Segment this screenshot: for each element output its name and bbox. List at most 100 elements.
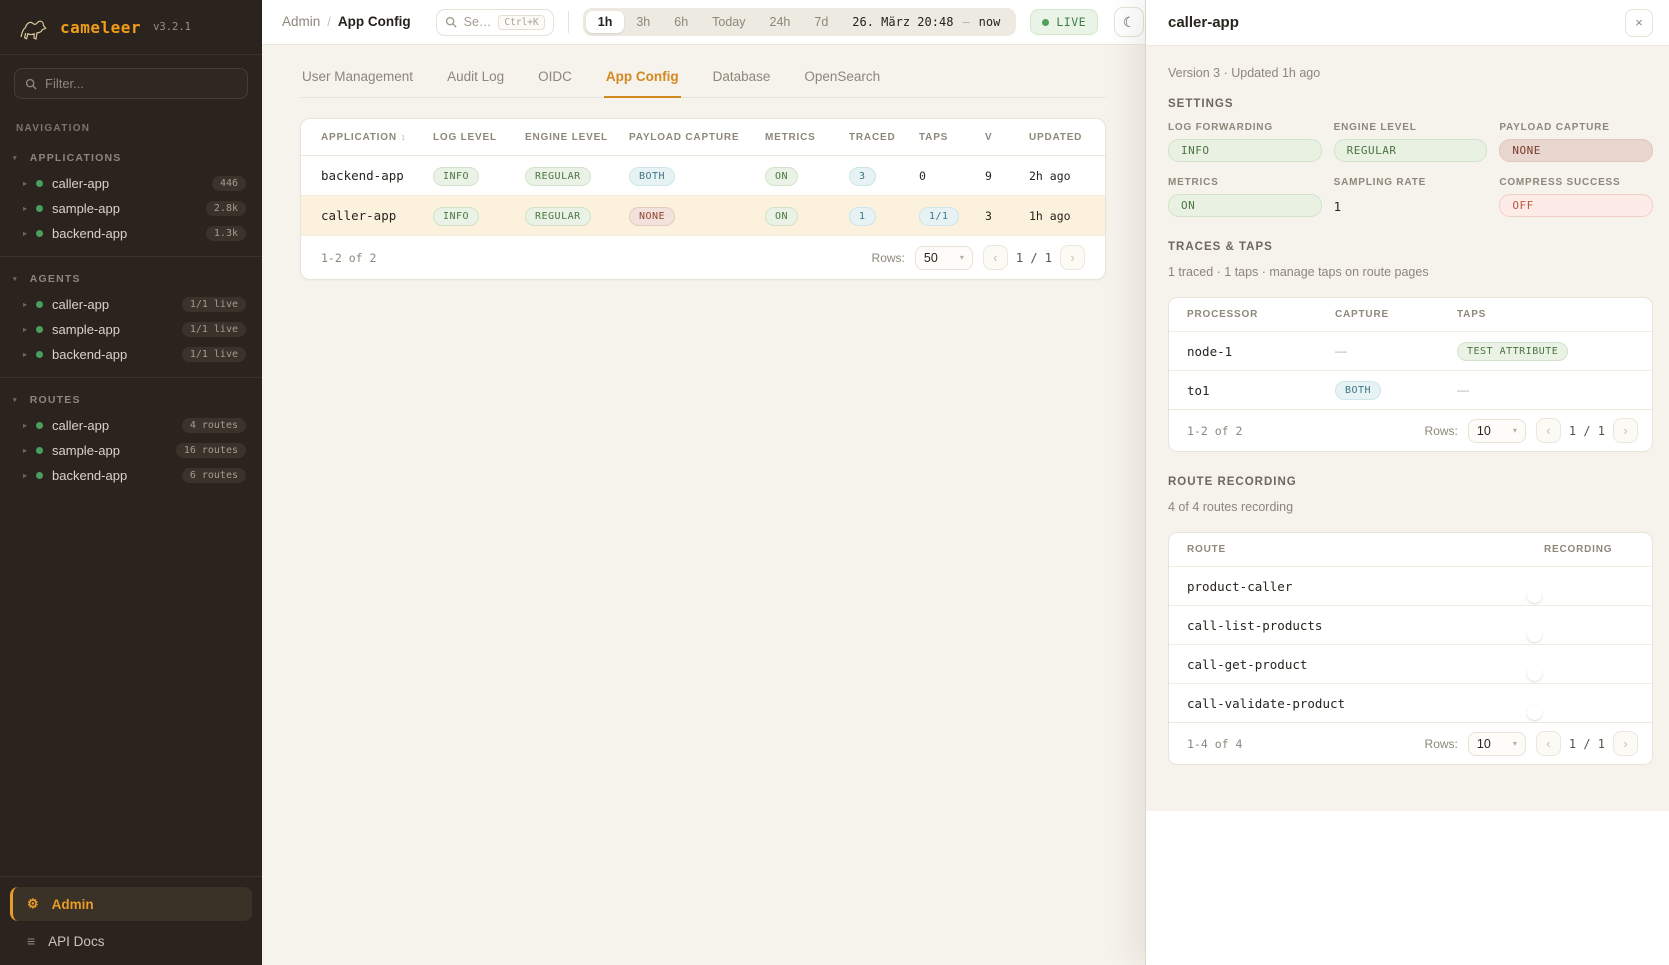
next-page-button[interactable]: › <box>1060 245 1085 270</box>
live-badge: 1/1 live <box>182 322 246 337</box>
setting-value-pill: ON <box>1168 194 1322 217</box>
chevron-right-icon[interactable]: ▸ <box>23 229 27 238</box>
route-recording-summary: 4 of 4 routes recording <box>1168 500 1653 514</box>
rows-per-page-select[interactable]: 50 ▾ <box>915 246 973 270</box>
group-header-applications[interactable]: ▾ APPLICATIONS <box>0 144 262 171</box>
status-dot <box>36 422 43 429</box>
engine-level-badge: REGULAR <box>525 167 591 186</box>
next-page-button[interactable]: › <box>1613 731 1638 756</box>
time-range-3h[interactable]: 3h <box>624 11 662 33</box>
time-range-6h[interactable]: 6h <box>662 11 700 33</box>
rows-per-page-select[interactable]: 10 ▾ <box>1468 732 1526 756</box>
column-metrics: METRICS <box>765 132 849 143</box>
time-range-7d[interactable]: 7d <box>802 11 840 33</box>
settings-grid: LOG FORWARDING INFO ENGINE LEVEL REGULAR… <box>1168 122 1653 217</box>
updated-value: 2h ago <box>1029 169 1085 183</box>
setting-label: COMPRESS SUCCESS <box>1499 177 1653 188</box>
setting-label: ENGINE LEVEL <box>1334 122 1488 133</box>
sidebar-item-sample-app-routes[interactable]: ▸ sample-app 16 routes <box>0 438 262 463</box>
tab-audit-log[interactable]: Audit Log <box>445 69 506 98</box>
sidebar-item-admin[interactable]: ⚙ Admin <box>10 887 252 921</box>
rows-per-page-value: 10 <box>1477 737 1491 751</box>
breadcrumb-parent[interactable]: Admin <box>282 14 320 29</box>
column-payload-capture: PAYLOAD CAPTURE <box>629 132 765 143</box>
sidebar-item-api-docs[interactable]: ≡ API Docs <box>10 921 252 953</box>
chevron-right-icon[interactable]: ▸ <box>23 471 27 480</box>
sidebar-item-backend-app[interactable]: ▸ backend-app 1.3k <box>0 221 262 246</box>
traces-row-to1[interactable]: to1 BOTH — <box>1169 370 1652 409</box>
prev-page-button[interactable]: ‹ <box>983 245 1008 270</box>
sidebar-item-backend-app-routes[interactable]: ▸ backend-app 6 routes <box>0 463 262 488</box>
item-label: sample-app <box>52 201 120 216</box>
tab-database[interactable]: Database <box>711 69 773 98</box>
chevron-right-icon[interactable]: ▸ <box>23 300 27 309</box>
chevron-right-icon[interactable]: ▸ <box>23 350 27 359</box>
close-drawer-button[interactable]: × <box>1625 9 1653 37</box>
route-row-call-validate-product: call-validate-product <box>1169 683 1652 722</box>
taps-badge: 1/1 <box>919 207 959 226</box>
rows-per-page-select[interactable]: 10 ▾ <box>1468 419 1526 443</box>
time-range-today[interactable]: Today <box>700 11 757 33</box>
prev-page-button[interactable]: ‹ <box>1536 731 1561 756</box>
chevron-right-icon[interactable]: ▸ <box>23 421 27 430</box>
global-search-button[interactable]: Se… Ctrl+K <box>436 9 554 36</box>
status-dot <box>36 326 43 333</box>
breadcrumb-separator: / <box>327 14 331 29</box>
chevron-right-icon[interactable]: ▸ <box>23 446 27 455</box>
version-value: 9 <box>985 169 1029 183</box>
group-header-routes[interactable]: ▾ ROUTES <box>0 386 262 413</box>
engine-level-badge: REGULAR <box>525 207 591 226</box>
sidebar-filter[interactable] <box>14 68 248 99</box>
traces-body: node-1 — TEST ATTRIBUTE to1 BOTH — <box>1169 331 1652 409</box>
page-indicator: 1 / 1 <box>1016 251 1052 265</box>
sidebar-item-backend-app-agent[interactable]: ▸ backend-app 1/1 live <box>0 342 262 367</box>
rows-label: Rows: <box>1425 737 1458 751</box>
app-logo[interactable]: cameleer v3.2.1 <box>0 0 262 55</box>
sort-icon[interactable]: ↕ <box>401 132 406 142</box>
sidebar-filter-input[interactable] <box>45 76 237 91</box>
prev-page-button[interactable]: ‹ <box>1536 418 1561 443</box>
sidebar-item-caller-app[interactable]: ▸ caller-app 446 <box>0 171 262 196</box>
column-application[interactable]: APPLICATION↕ <box>321 132 433 143</box>
table-row-backend-app[interactable]: backend-app INFO REGULAR BOTH ON 3 0 9 2… <box>301 156 1105 196</box>
time-range-selector: 1h 3h 6h Today 24h 7d 26. März 20:48 — n… <box>583 8 1017 36</box>
chevron-right-icon: › <box>1623 423 1627 438</box>
tab-opensearch[interactable]: OpenSearch <box>802 69 882 98</box>
chevron-right-icon[interactable]: ▸ <box>23 179 27 188</box>
next-page-button[interactable]: › <box>1613 418 1638 443</box>
date-range-start: 26. März 20:48 <box>852 15 953 29</box>
route-recording-section-title: ROUTE RECORDING <box>1168 476 1653 488</box>
dark-mode-toggle[interactable]: ☾ <box>1114 7 1144 37</box>
chevron-right-icon[interactable]: ▸ <box>23 325 27 334</box>
sidebar-item-caller-app-agent[interactable]: ▸ caller-app 1/1 live <box>0 292 262 317</box>
chevron-right-icon[interactable]: ▸ <box>23 204 27 213</box>
result-range: 1-2 of 2 <box>321 251 376 265</box>
page-indicator: 1 / 1 <box>1569 424 1605 438</box>
log-level-badge: INFO <box>433 207 479 226</box>
traces-footer: 1-2 of 2 Rows: 10 ▾ ‹ 1 / 1 › <box>1169 409 1652 451</box>
payload-capture-badge: BOTH <box>629 167 675 186</box>
route-name: call-list-products <box>1187 618 1544 633</box>
group-header-agents[interactable]: ▾ AGENTS <box>0 265 262 292</box>
item-label: backend-app <box>52 468 127 483</box>
time-range-24h[interactable]: 24h <box>758 11 803 33</box>
search-placeholder: Se… <box>464 15 492 29</box>
sidebar-item-caller-app-routes[interactable]: ▸ caller-app 4 routes <box>0 413 262 438</box>
sidebar-item-sample-app-agent[interactable]: ▸ sample-app 1/1 live <box>0 317 262 342</box>
setting-label: PAYLOAD CAPTURE <box>1499 122 1653 133</box>
date-range-display[interactable]: 26. März 20:48 — now <box>840 15 1013 29</box>
status-dot <box>36 472 43 479</box>
table-row-caller-app[interactable]: caller-app INFO REGULAR NONE ON 1 1/1 3 … <box>301 196 1105 236</box>
sidebar-group-applications: ▾ APPLICATIONS ▸ caller-app 446 ▸ sample… <box>0 136 262 256</box>
tab-app-config[interactable]: App Config <box>604 69 681 98</box>
group-label: ROUTES <box>30 394 81 406</box>
tab-oidc[interactable]: OIDC <box>536 69 574 98</box>
item-label: caller-app <box>52 418 109 433</box>
traces-row-node-1[interactable]: node-1 — TEST ATTRIBUTE <box>1169 331 1652 370</box>
sidebar-item-sample-app[interactable]: ▸ sample-app 2.8k <box>0 196 262 221</box>
tab-user-management[interactable]: User Management <box>300 69 415 98</box>
setting-value-pill: INFO <box>1168 139 1322 162</box>
time-range-1h[interactable]: 1h <box>586 11 625 33</box>
live-toggle[interactable]: LIVE <box>1030 9 1098 35</box>
chevron-down-icon: ▾ <box>13 154 18 162</box>
